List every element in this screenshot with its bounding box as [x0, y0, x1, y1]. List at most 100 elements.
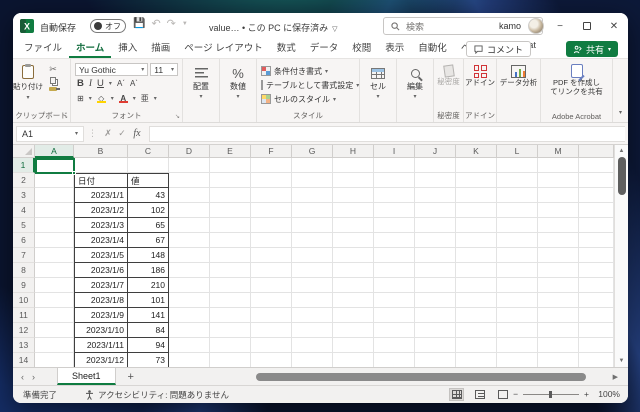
- cell-H3[interactable]: [333, 188, 374, 203]
- cell-H1[interactable]: [333, 158, 374, 173]
- cell-x1[interactable]: [579, 158, 614, 173]
- cell-L13[interactable]: [497, 338, 538, 353]
- cell-L7[interactable]: [497, 248, 538, 263]
- bold-button[interactable]: B: [77, 78, 84, 89]
- col-header-D[interactable]: D: [169, 145, 210, 158]
- cell-K14[interactable]: [456, 353, 497, 367]
- vertical-scroll-thumb[interactable]: [618, 157, 626, 195]
- cell-B6[interactable]: 2023/1/4: [74, 233, 128, 248]
- cell-K6[interactable]: [456, 233, 497, 248]
- cell-M8[interactable]: [538, 263, 579, 278]
- cell-C11[interactable]: 141: [128, 308, 169, 323]
- cell-J1[interactable]: [415, 158, 456, 173]
- cell-A2[interactable]: [35, 173, 74, 188]
- cell-L14[interactable]: [497, 353, 538, 367]
- cell-G1[interactable]: [292, 158, 333, 173]
- cell-B9[interactable]: 2023/1/7: [74, 278, 128, 293]
- editing-group-button[interactable]: 編集 ▾: [397, 59, 434, 122]
- cell-B11[interactable]: 2023/1/9: [74, 308, 128, 323]
- cell-C10[interactable]: 101: [128, 293, 169, 308]
- row-header-3[interactable]: 3: [13, 188, 35, 203]
- font-size-select[interactable]: 11▾: [150, 63, 178, 76]
- cell-H2[interactable]: [333, 173, 374, 188]
- cell-D6[interactable]: [169, 233, 210, 248]
- cell-J10[interactable]: [415, 293, 456, 308]
- prev-sheet-icon[interactable]: ‹: [13, 372, 32, 382]
- maximize-button[interactable]: [574, 13, 600, 39]
- cell-D12[interactable]: [169, 323, 210, 338]
- cell-F6[interactable]: [251, 233, 292, 248]
- cell-E9[interactable]: [210, 278, 251, 293]
- tab-insert[interactable]: 挿入: [111, 37, 144, 58]
- font-color-button[interactable]: A: [119, 95, 128, 103]
- cell-E7[interactable]: [210, 248, 251, 263]
- cell-B10[interactable]: 2023/1/8: [74, 293, 128, 308]
- cell-I13[interactable]: [374, 338, 415, 353]
- cell-I11[interactable]: [374, 308, 415, 323]
- share-button[interactable]: 共有 ▾: [566, 41, 618, 57]
- cell-E4[interactable]: [210, 203, 251, 218]
- cell-styles-button[interactable]: セルのスタイル ▾: [261, 92, 359, 106]
- cell-E13[interactable]: [210, 338, 251, 353]
- tab-data[interactable]: データ: [303, 37, 346, 58]
- cell-K13[interactable]: [456, 338, 497, 353]
- cell-x6[interactable]: [579, 233, 614, 248]
- cell-E6[interactable]: [210, 233, 251, 248]
- cell-H5[interactable]: [333, 218, 374, 233]
- cell-E10[interactable]: [210, 293, 251, 308]
- cell-F14[interactable]: [251, 353, 292, 367]
- cell-L6[interactable]: [497, 233, 538, 248]
- cell-B14[interactable]: 2023/1/12: [74, 353, 128, 367]
- cell-C4[interactable]: 102: [128, 203, 169, 218]
- cell-C9[interactable]: 210: [128, 278, 169, 293]
- cell-E14[interactable]: [210, 353, 251, 367]
- cell-G2[interactable]: [292, 173, 333, 188]
- next-sheet-icon[interactable]: ›: [32, 372, 43, 382]
- phonetic-guide-icon[interactable]: 亜: [141, 93, 149, 104]
- cancel-entry-icon[interactable]: ✗: [101, 128, 115, 139]
- vertical-scrollbar[interactable]: ▲ ▼: [614, 145, 628, 367]
- font-dialog-launcher-icon[interactable]: ↘: [175, 113, 180, 120]
- cell-I4[interactable]: [374, 203, 415, 218]
- cell-H10[interactable]: [333, 293, 374, 308]
- cell-J13[interactable]: [415, 338, 456, 353]
- cell-J4[interactable]: [415, 203, 456, 218]
- cell-M6[interactable]: [538, 233, 579, 248]
- cell-x2[interactable]: [579, 173, 614, 188]
- cell-E1[interactable]: [210, 158, 251, 173]
- cell-J7[interactable]: [415, 248, 456, 263]
- fill-color-button[interactable]: ◇: [97, 95, 106, 103]
- cell-x10[interactable]: [579, 293, 614, 308]
- borders-chevron-icon[interactable]: ▾: [89, 95, 92, 102]
- cell-x11[interactable]: [579, 308, 614, 323]
- cell-G10[interactable]: [292, 293, 333, 308]
- cell-G7[interactable]: [292, 248, 333, 263]
- ribbon-collapse-button[interactable]: ▾: [613, 59, 628, 122]
- cell-C5[interactable]: 65: [128, 218, 169, 233]
- cell-J9[interactable]: [415, 278, 456, 293]
- cell-C6[interactable]: 67: [128, 233, 169, 248]
- cell-I14[interactable]: [374, 353, 415, 367]
- cell-G14[interactable]: [292, 353, 333, 367]
- col-header-M[interactable]: M: [538, 145, 579, 158]
- formula-input[interactable]: [149, 126, 625, 142]
- borders-icon[interactable]: ⊞: [77, 94, 84, 103]
- select-all-corner[interactable]: [13, 145, 35, 158]
- cell-A6[interactable]: [35, 233, 74, 248]
- name-box[interactable]: A1 ▾: [16, 126, 84, 142]
- zoom-slider-thumb[interactable]: [549, 391, 552, 398]
- cell-M10[interactable]: [538, 293, 579, 308]
- row-header-9[interactable]: 9: [13, 278, 35, 293]
- increase-font-icon[interactable]: Aˊ: [117, 79, 125, 88]
- cell-I10[interactable]: [374, 293, 415, 308]
- cell-M14[interactable]: [538, 353, 579, 367]
- cell-B8[interactable]: 2023/1/6: [74, 263, 128, 278]
- cell-M1[interactable]: [538, 158, 579, 173]
- page-break-view-button[interactable]: [495, 388, 510, 401]
- cell-G12[interactable]: [292, 323, 333, 338]
- cell-G9[interactable]: [292, 278, 333, 293]
- addins-group-button[interactable]: アドイン アドイン: [464, 59, 497, 122]
- tab-home[interactable]: ホーム: [69, 37, 111, 58]
- cell-I6[interactable]: [374, 233, 415, 248]
- cell-C14[interactable]: 73: [128, 353, 169, 367]
